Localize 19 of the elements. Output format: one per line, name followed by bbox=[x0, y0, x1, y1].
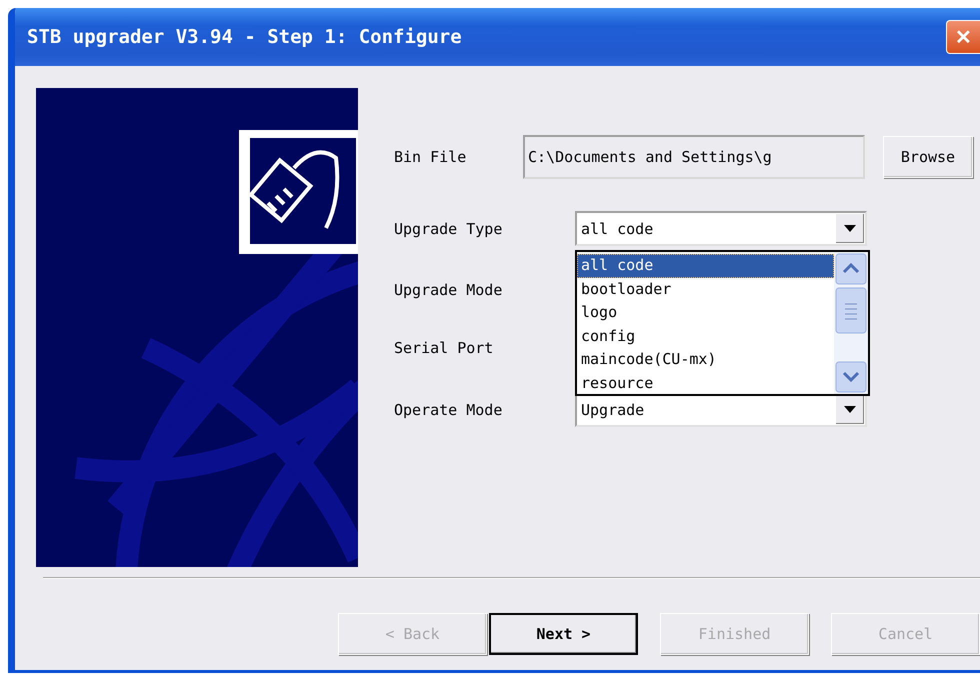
dropdown-option[interactable]: bootloader bbox=[577, 278, 834, 301]
field-label: Serial Port bbox=[394, 338, 494, 356]
dropdown-option[interactable]: logo bbox=[577, 301, 834, 324]
upgrade-type-dropdown[interactable]: all code bbox=[575, 211, 867, 246]
dropdown-option[interactable]: config bbox=[577, 324, 834, 348]
browse-button[interactable]: Browse bbox=[883, 136, 973, 178]
dropdown-option[interactable]: all code bbox=[577, 254, 834, 278]
caret-icon bbox=[844, 406, 856, 413]
dropdown-option[interactable]: maincode(CU-mx) bbox=[577, 348, 834, 372]
scrollbar[interactable] bbox=[834, 252, 868, 394]
field-label: Bin File bbox=[394, 148, 468, 166]
wizard-button[interactable]: Next > bbox=[489, 613, 638, 655]
dropdown-option[interactable]: resource bbox=[577, 372, 834, 395]
field-label: Operate Mode bbox=[394, 400, 504, 418]
field-label: Upgrade Mode bbox=[394, 280, 504, 298]
window-title: STB upgrader V3.94 - Step 1: Configure bbox=[27, 26, 462, 48]
bin-file-field[interactable]: C:\Documents and Settings\g bbox=[523, 135, 865, 179]
field-label: Upgrade Type bbox=[394, 220, 504, 238]
caret-icon bbox=[844, 225, 856, 232]
